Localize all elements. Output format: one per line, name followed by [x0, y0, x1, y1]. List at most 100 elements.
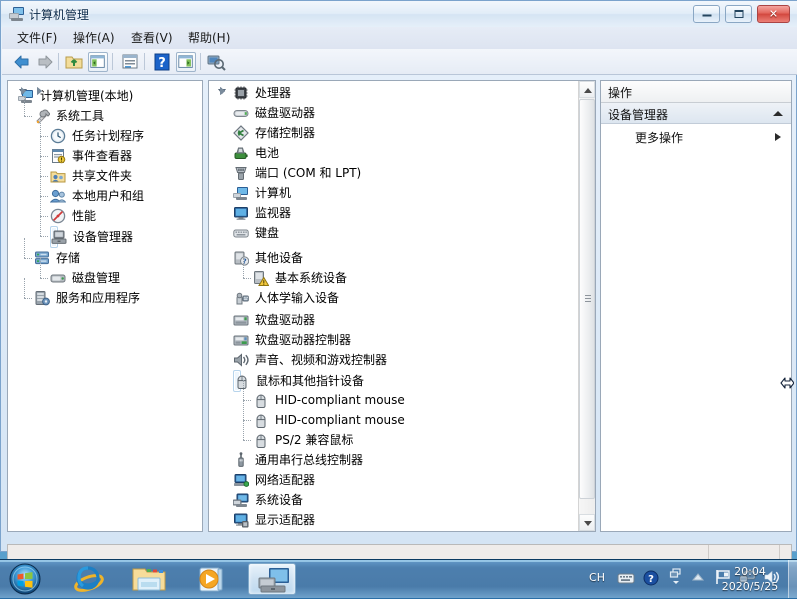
expander-collapsed-icon[interactable] [34, 86, 45, 97]
tree-item-label: 存储控制器 [255, 126, 316, 140]
close-button[interactable]: ✕ [757, 5, 790, 23]
ime-indicator[interactable]: CH [589, 571, 605, 584]
toolbar-separator-2 [112, 53, 113, 70]
tree-item-label: 监视器 [255, 206, 292, 220]
floppy-controller-icon [233, 332, 249, 348]
tree-item-label: 共享文件夹 [72, 169, 133, 183]
tree-connector [40, 216, 42, 236]
clock-time: 20:04 [734, 565, 766, 578]
tree-item-label: 端口 (COM 和 LPT) [255, 166, 362, 180]
chevron-right-icon [775, 133, 781, 141]
scrollbar-thumb[interactable] [579, 99, 595, 499]
actions-pane-title: 操作 [608, 86, 633, 100]
menu-help[interactable]: 帮助(H) [181, 30, 237, 46]
tree-item-label: 基本系统设备 [275, 271, 348, 285]
users-groups-icon [49, 188, 67, 204]
tree-item-label: PS/2 兼容鼠标 [275, 433, 354, 447]
tree-connector [243, 380, 245, 400]
show-hide-tree-button[interactable] [88, 52, 108, 72]
device-manager-pane: 处理器 磁盘驱动器 存储控制器 电池 端口 (COM 和 LPT) 计算机 监视器 键盘? 其他… [208, 80, 596, 532]
show-desktop-button[interactable] [788, 560, 797, 598]
scan-hardware-changes-button[interactable] [206, 52, 226, 72]
scroll-up-button[interactable] [579, 81, 595, 98]
network-overflow-icon[interactable] [669, 567, 683, 587]
tree-item-label: HID-compliant mouse [275, 413, 405, 427]
tree-connector [40, 116, 42, 136]
back-button[interactable] [12, 52, 32, 72]
window-titlebar[interactable]: 计算机管理 ✕ [1, 1, 797, 27]
help-button[interactable]: ? [152, 52, 172, 72]
toolbar-separator-3 [144, 53, 145, 70]
chevron-up-icon[interactable] [773, 111, 783, 116]
toolbar-separator-1 [58, 53, 59, 70]
tree-item-label: 鼠标和其他指针设备 [256, 374, 365, 388]
tree-connector [40, 278, 48, 280]
keyboard-ime-icon[interactable] [617, 571, 635, 585]
menu-action[interactable]: 操作(A) [66, 30, 122, 46]
device-tree[interactable]: 处理器 磁盘驱动器 存储控制器 电池 端口 (COM 和 LPT) 计算机 监视器 键盘? 其他… [209, 81, 595, 531]
tree-item-label: 电池 [255, 146, 280, 160]
clock-date: 2020/5/25 [721, 580, 779, 593]
window-title: 计算机管理 [29, 8, 90, 22]
tree-item-label: 计算机管理(本地) [40, 89, 134, 103]
tree-connector [243, 440, 251, 442]
tree-connector [243, 258, 245, 278]
console-tree-pane: 计算机管理(本地) 系统工具 任务计划程序 事件查看器 共享文件夹 本地用户和组 性能 设备管… [7, 80, 203, 532]
taskbar-internet-explorer[interactable] [65, 563, 113, 595]
menu-view[interactable]: 查看(V) [124, 30, 180, 46]
console-tree[interactable]: 计算机管理(本地) 系统工具 任务计划程序 事件查看器 共享文件夹 本地用户和组 性能 设备管… [8, 81, 202, 531]
forward-button[interactable] [35, 52, 55, 72]
svg-text:?: ? [158, 56, 166, 71]
help-blue-icon[interactable]: ? [643, 570, 659, 586]
taskbar-computer-management[interactable] [248, 563, 296, 595]
toolbar: ? [2, 49, 797, 75]
action-more-actions[interactable]: 更多操作 [601, 127, 791, 147]
properties-button[interactable] [120, 52, 140, 72]
tree-item-label: HID-compliant mouse [275, 393, 405, 407]
actions-group-device-manager[interactable]: 设备管理器 [601, 103, 791, 124]
clock[interactable]: 20:04 2020/5/25 [711, 564, 789, 594]
up-folder-button[interactable] [64, 52, 84, 72]
maximize-button[interactable] [725, 5, 752, 23]
tree-connector [24, 96, 26, 116]
menu-file[interactable]: 文件(F) [10, 30, 64, 46]
show-hide-action-pane-button[interactable] [176, 52, 196, 72]
desktop: 计算机管理 ✕ 文件(F) 操作(A) 查看(V) 帮助(H) ? 计算机管理(… [0, 0, 797, 598]
shared-folders-icon [50, 168, 66, 184]
tree-item-label: 其他设备 [255, 251, 304, 265]
minimize-button[interactable] [693, 5, 720, 23]
tree-item[interactable]: 设备管理器 [50, 226, 133, 248]
tree-connector [40, 176, 42, 196]
scroll-down-button[interactable] [579, 514, 595, 531]
taskbar-media-player[interactable] [188, 563, 236, 595]
tree-item-label: 计算机 [255, 186, 292, 200]
tree-item-label: 任务计划程序 [72, 129, 145, 143]
performance-icon [50, 208, 66, 224]
tree-item-label: 软盘驱动器控制器 [255, 333, 352, 347]
tree-item-label: 软盘驱动器 [255, 313, 316, 327]
display-adapter-icon [233, 512, 249, 528]
expander-collapsed-icon[interactable] [217, 86, 228, 97]
tree-item-label: 磁盘驱动器 [255, 106, 316, 120]
tree-item-label: 系统设备 [255, 493, 304, 507]
tree-item-label: 显示适配器 [255, 513, 316, 527]
unknown-device-warning-icon [253, 270, 270, 286]
start-button[interactable] [3, 562, 47, 596]
device-tree-scrollbar[interactable] [578, 81, 595, 531]
toolbar-separator-4 [200, 53, 201, 70]
show-hidden-icons-chevron[interactable] [691, 573, 705, 582]
tree-item-label: 事件查看器 [72, 149, 133, 163]
tree-connector [40, 136, 42, 156]
storage-icon [34, 250, 50, 266]
system-tools-icon [34, 108, 51, 124]
tree-item-label: 通用串行总线控制器 [255, 453, 364, 467]
tree-item-label: 磁盘管理 [72, 271, 121, 285]
tree-connector [40, 236, 48, 238]
tree-item[interactable]: 鼠标和其他指针设备 [233, 370, 364, 392]
mouse-icon [253, 412, 269, 428]
taskbar: CH ? 20:04 2020/5/25 [0, 559, 797, 598]
hid-icon [233, 290, 249, 306]
tree-connector [24, 116, 32, 118]
taskbar-windows-explorer[interactable] [125, 563, 173, 595]
expander-collapsed-icon[interactable] [18, 86, 29, 97]
